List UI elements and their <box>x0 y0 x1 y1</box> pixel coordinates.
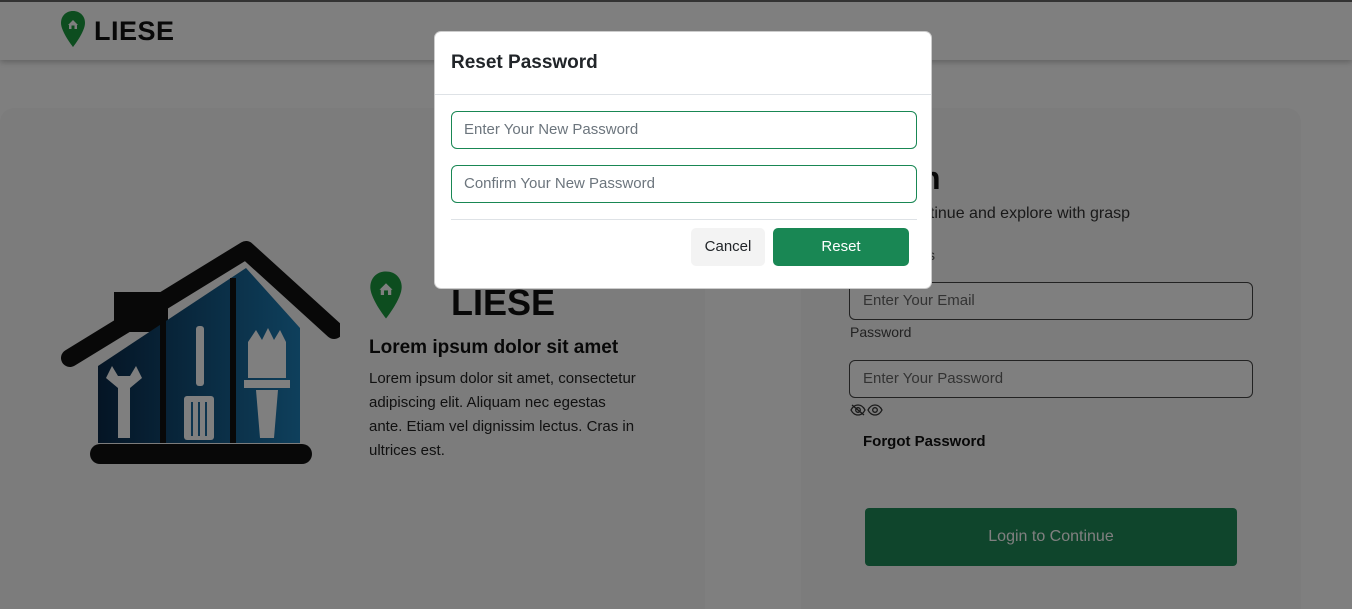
confirm-password-input[interactable]: Confirm Your New Password <box>451 165 917 203</box>
modal-title: Reset Password <box>451 52 598 73</box>
modal-footer-divider <box>451 219 917 220</box>
reset-password-modal: Reset Password Enter Your New Password C… <box>434 31 932 289</box>
cancel-button[interactable]: Cancel <box>691 228 765 266</box>
new-password-input[interactable]: Enter Your New Password <box>451 111 917 149</box>
reset-button[interactable]: Reset <box>773 228 909 266</box>
modal-header: Reset Password <box>435 32 931 95</box>
